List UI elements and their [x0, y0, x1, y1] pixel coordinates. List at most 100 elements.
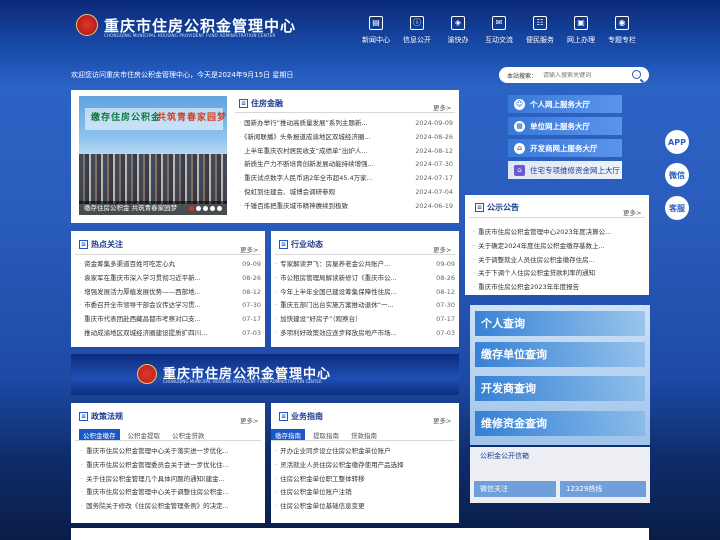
developer-service-hall-button[interactable]: ⌂ 开发商网上服务大厅 [508, 139, 622, 157]
welcome-text: 欢迎您访问重庆市住房公积金管理中心，今天是2024年9月15日 星期日 [71, 71, 294, 79]
list-item[interactable]: 开办企业同步设立住房公积金单位账户 [275, 445, 455, 459]
developer-icon: ⌂ [514, 142, 525, 154]
emblem-icon [76, 14, 98, 36]
contact-panel: 公积金公开信箱 微信关注 12329热线 [470, 447, 650, 503]
site-header: 重庆市住房公积金管理中心 CHONGQING MUNICIPAL HOUSING… [0, 0, 720, 62]
banner-subtitle: CHONGQING MUNICIPAL HOUSING PROVIDENT FU… [163, 379, 322, 384]
nav-yukuaiban[interactable]: ◈ 渝快办 [438, 16, 478, 45]
list-item[interactable]: 住房公积金单位基础信息变更 [275, 500, 455, 514]
nav-online[interactable]: ▣ 网上办理 [561, 16, 601, 45]
list-item[interactable]: 专家解读尹飞：房屋养老金公共账户...09-09 [275, 258, 455, 272]
section-title: ≡ 住房金融 [239, 99, 283, 108]
list-item[interactable]: 重庆市住房公积金管理中心2023年度决算公... [473, 226, 643, 240]
list-icon: ≡ [239, 99, 248, 108]
list-item[interactable]: 关于住房公积金管理几个具体问题的通知(建金... [81, 473, 259, 487]
list-item[interactable]: 市公租房管理局解读新修订《重庆市公...08-26 [275, 272, 455, 286]
list-item[interactable]: 住房公积金单位职工整体转移 [275, 473, 455, 487]
list-item[interactable]: 重庆五部门出台实施方案推动退休“一...07-30 [275, 299, 455, 313]
list-item[interactable]: 重庆市住房公积金2023年年度报告 [473, 281, 643, 290]
list-item[interactable]: 今年上半年全国已建设筹集保障性住房...08-12 [275, 286, 455, 300]
nav-news[interactable]: ▤ 新闻中心 [356, 16, 396, 45]
list-item[interactable]: 推动成渝地区双城经济圈建设提质扩四川...07-03 [79, 327, 261, 341]
slide-dot[interactable] [203, 206, 208, 211]
site-subtitle: CHONGQING MUNICIPAL HOUSING PROVIDENT FU… [104, 33, 276, 38]
app-icon[interactable]: APP [665, 130, 689, 154]
wechat-icon[interactable]: 微信 [665, 163, 689, 187]
list-item[interactable]: 关于确定2024年度住房公积金缴存基数上... [473, 240, 643, 254]
slide-dot[interactable] [196, 206, 201, 211]
list-item[interactable]: 重庆市住房公积金管理中心关于调整住房公积金... [81, 486, 259, 500]
list-item[interactable]: 国新办举行“推动高质量发展”系列主题新...2024-09-09 [239, 117, 453, 131]
slide-dot[interactable] [189, 206, 194, 211]
list-item[interactable]: 倪虹到住建会、城博会调研参观2024-07-04 [239, 186, 453, 200]
person-icon: ☺ [514, 98, 525, 110]
housing-finance-section: ≡住房金融 更多> 国新办举行“推动高质量发展”系列主题新...2024-09-… [231, 90, 459, 223]
news-slideshow[interactable]: 缴存住房公积金 共筑青春家园梦 缴存住房公积金 共筑青春家园梦 [79, 96, 227, 215]
site-search: 本站搜索： [499, 67, 649, 83]
list-item[interactable]: 加快建设“好房子”（观察台）07-17 [275, 313, 455, 327]
list-item[interactable]: 关于调整就业人员住房公积金缴存住房... [473, 254, 643, 268]
list-item[interactable]: 新质生产力不断培育创新发展动能持续增强...2024-07-30 [239, 158, 453, 172]
main-nav: ▤ 新闻中心 ⓘ 信息公开 ◈ 渝快办 ✉ 互动交流 ☷ 便民服务 ▣ 网上办理 ◉ 专题专栏 [356, 16, 642, 45]
hotline-button[interactable]: 12329热线 [560, 481, 646, 497]
notice-list: 重庆市住房公积金管理中心2023年度决算公... 关于确定2024年度住房公积金… [473, 226, 643, 290]
slide-photo [79, 154, 227, 204]
more-link[interactable]: 更多> [240, 415, 258, 425]
more-link[interactable]: 更多> [623, 207, 641, 217]
more-link[interactable]: 更多> [433, 415, 451, 425]
list-item[interactable]: 资金筹集多渠道百姓可吃定心丸09-09 [79, 258, 261, 272]
personal-query-button[interactable]: 个人查询 [475, 311, 645, 336]
search-input[interactable] [543, 71, 624, 79]
section-title: ≡ 公示公告 [475, 203, 519, 212]
slide-dot[interactable] [210, 206, 215, 211]
nav-convenience[interactable]: ☷ 便民服务 [520, 16, 560, 45]
industry-news-list: 专家解读尹飞：房屋养老金公共账户...09-09 市公租房管理局解读新修订《重庆… [275, 258, 455, 341]
nav-topic[interactable]: ◉ 专题专栏 [602, 16, 642, 45]
info-icon: ⓘ [410, 16, 424, 30]
list-item[interactable]: 千锤百炼把重庆城市精神赓续到极致2024-06-19 [239, 200, 453, 214]
list-item[interactable]: 重庆市代表团赴西藏昌都市考察对口支...07-17 [79, 313, 261, 327]
search-label: 本站搜索： [507, 72, 538, 80]
policy-section: ≡政策法规 更多> 公积金缴存 公积金提取 公积金贷款 重庆市住房公积金管理中心… [71, 403, 265, 523]
more-link[interactable]: 更多> [240, 244, 258, 254]
list-item[interactable]: 关于下调个人住房公积金贷款利率的通知 [473, 267, 643, 281]
list-item[interactable]: 上半年重庆农村居民收支“成绩单”出炉人...2024-08-12 [239, 145, 453, 159]
unit-query-button[interactable]: 缴存单位查询 [475, 342, 645, 367]
building-icon: ▦ [514, 120, 525, 132]
maintenance-fund-query-button[interactable]: 维修资金查询 [475, 411, 645, 436]
list-item[interactable]: 重庆市住房公积金管理委员会关于进一步优化住... [81, 459, 259, 473]
unit-service-hall-button[interactable]: ▦ 单位网上服务大厅 [508, 117, 622, 135]
more-link[interactable]: 更多> [433, 102, 451, 112]
chat-icon: ✉ [492, 16, 506, 30]
house-icon: ⌂ [514, 164, 525, 176]
list-item[interactable]: 《新闻联播》头条报道成渝地区双城经济圈...2024-08-26 [239, 131, 453, 145]
list-icon: ≡ [475, 203, 484, 212]
more-link[interactable]: 更多> [433, 244, 451, 254]
maintenance-fund-hall-button[interactable]: ⌂ 住宅专项维修资金网上大厅 [508, 161, 622, 179]
section-title: ≡ 业务指南 [279, 412, 323, 421]
headset-icon[interactable]: 客服 [665, 196, 689, 220]
industry-news-section: ≡行业动态 更多> 专家解读尹飞：房屋养老金公共账户...09-09 市公租房管… [271, 231, 459, 347]
list-item[interactable]: 增强发展活力厚植发展优势——西部地...08-12 [79, 286, 261, 300]
list-item[interactable]: 住房公积金单位账户注销 [275, 486, 455, 500]
slide-dot[interactable] [217, 206, 222, 211]
center-banner: 重庆市住房公积金管理中心 CHONGQING MUNICIPAL HOUSING… [71, 354, 459, 395]
list-item[interactable]: 袁家军在重庆市深入学习贯彻习近平新...08-26 [79, 272, 261, 286]
slide-banner-left: 缴存住房公积金 [91, 113, 162, 123]
search-icon[interactable] [632, 70, 641, 79]
list-item[interactable]: 灵活就业人员住房公积金缴存使用产品选择 [275, 459, 455, 473]
nav-info[interactable]: ⓘ 信息公开 [397, 16, 437, 45]
nav-interaction[interactable]: ✉ 互动交流 [479, 16, 519, 45]
list-icon: ≡ [79, 412, 88, 421]
personal-service-hall-button[interactable]: ☺ 个人网上服务大厅 [508, 95, 622, 113]
mailbox-title[interactable]: 公积金公开信箱 [480, 451, 529, 461]
notice-section: ≡公示公告 更多> 重庆市住房公积金管理中心2023年度决算公... 关于确定2… [465, 195, 649, 295]
developer-query-button[interactable]: 开发商查询 [475, 376, 645, 401]
list-item[interactable]: 国务院关于修改《住房公积金管理条例》的决定... [81, 500, 259, 514]
list-item[interactable]: 重庆市住房公积金管理中心关于落实进一步优化... [81, 445, 259, 459]
list-item[interactable]: 重庆试点数字人民币涵2年全市超45.4万家...2024-07-17 [239, 172, 453, 186]
hot-topics-list: 资金筹集多渠道百姓可吃定心丸09-09 袁家军在重庆市深入学习贯彻习近平新...… [79, 258, 261, 341]
wechat-follow-button[interactable]: 微信关注 [474, 481, 556, 497]
list-item[interactable]: 市委召开全市领导干部会议传达学习贯...07-30 [79, 299, 261, 313]
list-item[interactable]: 多项利好政策效应逐步释放房地产市场...07-03 [275, 327, 455, 341]
